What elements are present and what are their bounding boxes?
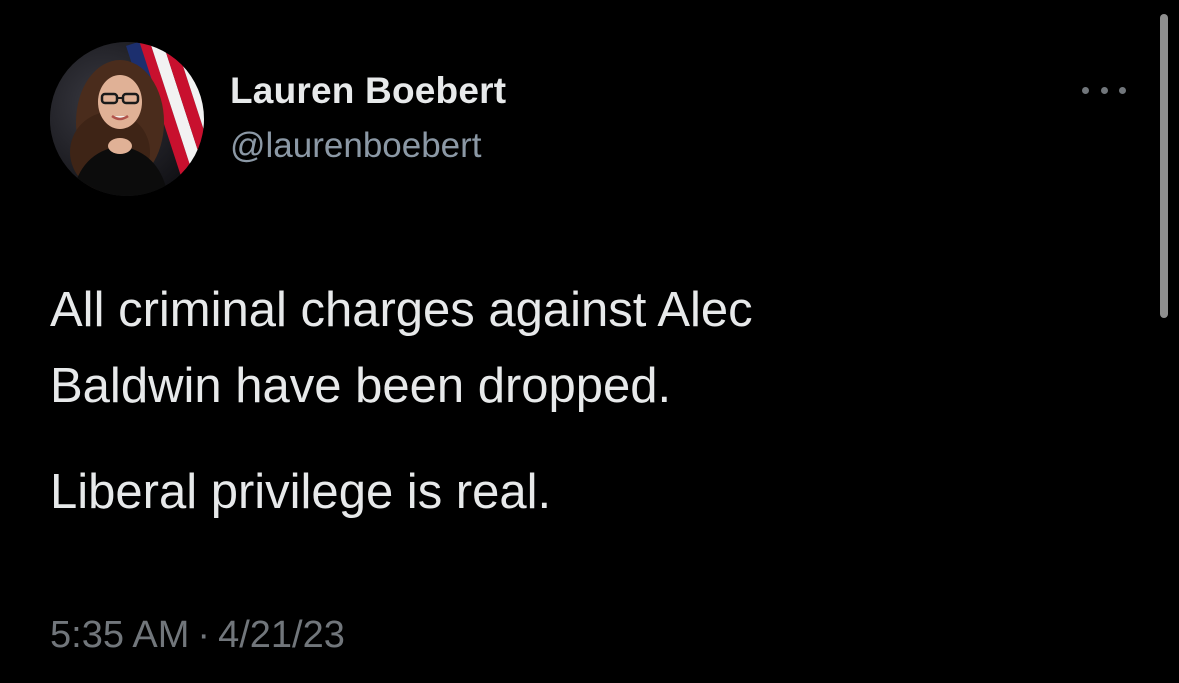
tweet-text-line: Baldwin have been dropped. — [50, 359, 672, 413]
more-dot — [1082, 86, 1089, 94]
tweet-text-line: Liberal privilege is real. — [50, 465, 552, 519]
avatar-image — [50, 42, 204, 196]
more-dot — [1100, 86, 1108, 94]
more-dot — [1119, 86, 1126, 94]
author-name[interactable]: Lauren Boebert — [230, 70, 506, 112]
tweet-timestamp[interactable]: 5:35 AM · 4/21/23 — [50, 614, 345, 657]
tweet-date: 4/21/23 — [218, 614, 345, 656]
tweet-text: All criminal charges against Alec Baldwi… — [50, 272, 1110, 530]
tweet-text-line: All criminal charges against Alec — [50, 283, 753, 337]
more-horizontal-icon[interactable] — [1078, 78, 1130, 102]
tweet-time: 5:35 AM — [50, 614, 190, 656]
author-handle[interactable]: @laurenboebert — [230, 126, 482, 166]
tweet-card: Lauren Boebert @laurenboebert All crimin… — [0, 0, 1179, 683]
meta-separator: · — [197, 614, 211, 656]
avatar[interactable] — [50, 42, 204, 196]
scrollbar-thumb[interactable] — [1160, 14, 1168, 318]
